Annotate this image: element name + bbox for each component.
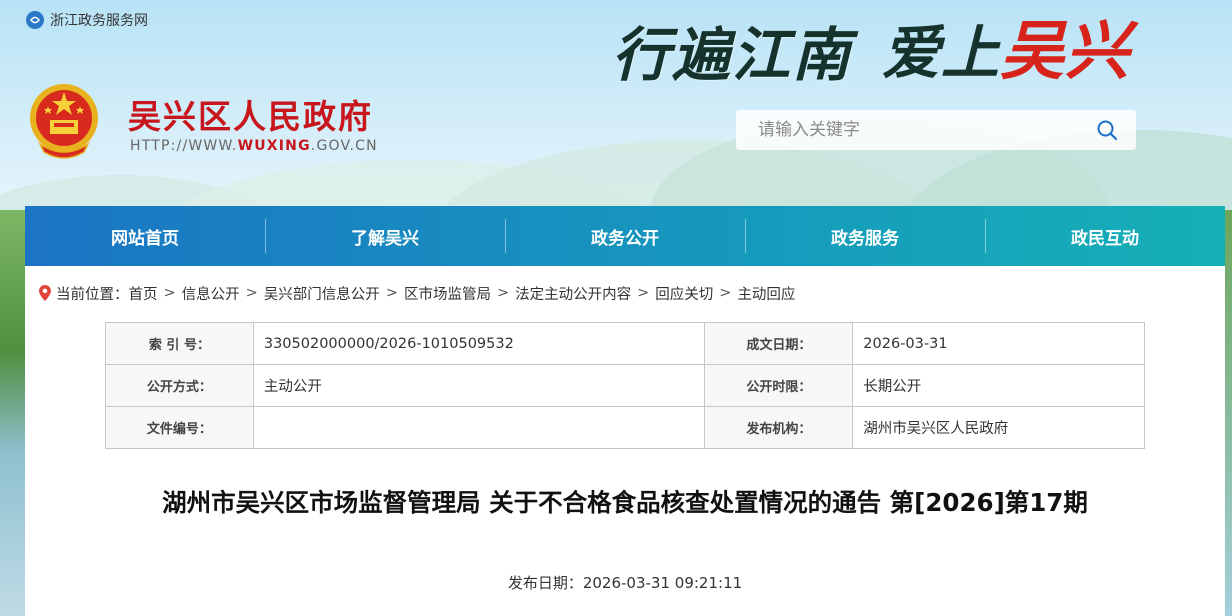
portal-name: 浙江政务服务网 bbox=[50, 13, 148, 29]
content-panel: 当前位置： 首页 > 信息公开 > 吴兴部门信息公开 > 区市场监管局 > 法定… bbox=[25, 266, 1225, 616]
slogan: 行遍江南 爱上吴兴 bbox=[612, 6, 1130, 92]
document-title: 湖州市吴兴区市场监督管理局 关于不合格食品核查处置情况的通告 第[2026]第1… bbox=[162, 488, 1088, 517]
nav-about-wuxing[interactable]: 了解吴兴 bbox=[265, 206, 505, 266]
breadcrumb-separator: > bbox=[719, 285, 732, 301]
national-emblem-icon[interactable] bbox=[28, 82, 100, 160]
breadcrumb-separator: > bbox=[163, 285, 176, 301]
main-nav: 网站首页 了解吴兴 政务公开 政务服务 政民互动 bbox=[25, 206, 1225, 266]
breadcrumb: 当前位置： 首页 > 信息公开 > 吴兴部门信息公开 > 区市场监管局 > 法定… bbox=[39, 282, 795, 304]
method-value: 主动公开 bbox=[252, 364, 706, 407]
breadcrumb-separator: > bbox=[385, 285, 398, 301]
table-row: 公开方式： 主动公开 公开时限： 长期公开 bbox=[105, 364, 1145, 407]
site-url: HTTP://WWW.WUXING.GOV.CN bbox=[130, 138, 378, 154]
search-input[interactable] bbox=[758, 120, 1078, 140]
breadcrumb-department-info[interactable]: 吴兴部门信息公开 bbox=[264, 283, 380, 304]
nav-government-services[interactable]: 政务服务 bbox=[745, 206, 985, 266]
breadcrumb-response-concerns[interactable]: 回应关切 bbox=[655, 283, 713, 304]
slogan-part-2: 爱上吴兴 bbox=[882, 14, 1131, 89]
portal-logo-icon bbox=[26, 11, 44, 29]
period-label: 公开时限： bbox=[704, 364, 854, 407]
breadcrumb-statutory-content[interactable]: 法定主动公开内容 bbox=[515, 283, 631, 304]
issuer-label: 发布机构： bbox=[704, 406, 854, 449]
breadcrumb-info-disclosure[interactable]: 信息公开 bbox=[182, 283, 240, 304]
date-label: 成文日期： bbox=[704, 322, 854, 365]
docno-label: 文件编号： bbox=[105, 406, 254, 449]
publish-date: 发布日期：2026-03-31 09:21:11 bbox=[507, 574, 743, 592]
search-box bbox=[736, 110, 1136, 150]
table-row: 索 引 号： 330502000000/2026-1010509532 成文日期… bbox=[105, 322, 1145, 365]
breadcrumb-separator: > bbox=[637, 285, 650, 301]
nav-interaction[interactable]: 政民互动 bbox=[985, 206, 1225, 266]
issuer-value: 湖州市吴兴区人民政府 bbox=[852, 406, 1145, 449]
breadcrumb-active-response[interactable]: 主动回应 bbox=[737, 283, 795, 304]
slogan-part-1: 行遍江南 bbox=[612, 21, 853, 89]
location-pin-icon bbox=[39, 285, 51, 301]
period-value: 长期公开 bbox=[852, 364, 1145, 407]
docno-value bbox=[252, 406, 706, 449]
breadcrumb-prefix: 当前位置： bbox=[56, 286, 129, 303]
document-meta-table: 索 引 号： 330502000000/2026-1010509532 成文日期… bbox=[105, 322, 1145, 449]
nav-government-affairs[interactable]: 政务公开 bbox=[505, 206, 745, 266]
site-title[interactable]: 吴兴区人民政府 bbox=[128, 90, 373, 138]
method-label: 公开方式： bbox=[105, 364, 254, 407]
table-row: 文件编号： 发布机构： 湖州市吴兴区人民政府 bbox=[105, 406, 1145, 449]
breadcrumb-separator: > bbox=[496, 285, 510, 301]
breadcrumb-separator: > bbox=[245, 285, 258, 301]
index-label: 索 引 号： bbox=[105, 322, 254, 365]
date-value: 2026-03-31 bbox=[852, 322, 1145, 365]
portal-link[interactable]: 浙江政务服务网 bbox=[26, 9, 148, 31]
breadcrumb-market-bureau[interactable]: 区市场监管局 bbox=[404, 283, 491, 304]
nav-home[interactable]: 网站首页 bbox=[25, 206, 265, 266]
index-value: 330502000000/2026-1010509532 bbox=[252, 322, 706, 365]
breadcrumb-home[interactable]: 首页 bbox=[129, 283, 158, 304]
search-icon[interactable] bbox=[1094, 117, 1120, 143]
